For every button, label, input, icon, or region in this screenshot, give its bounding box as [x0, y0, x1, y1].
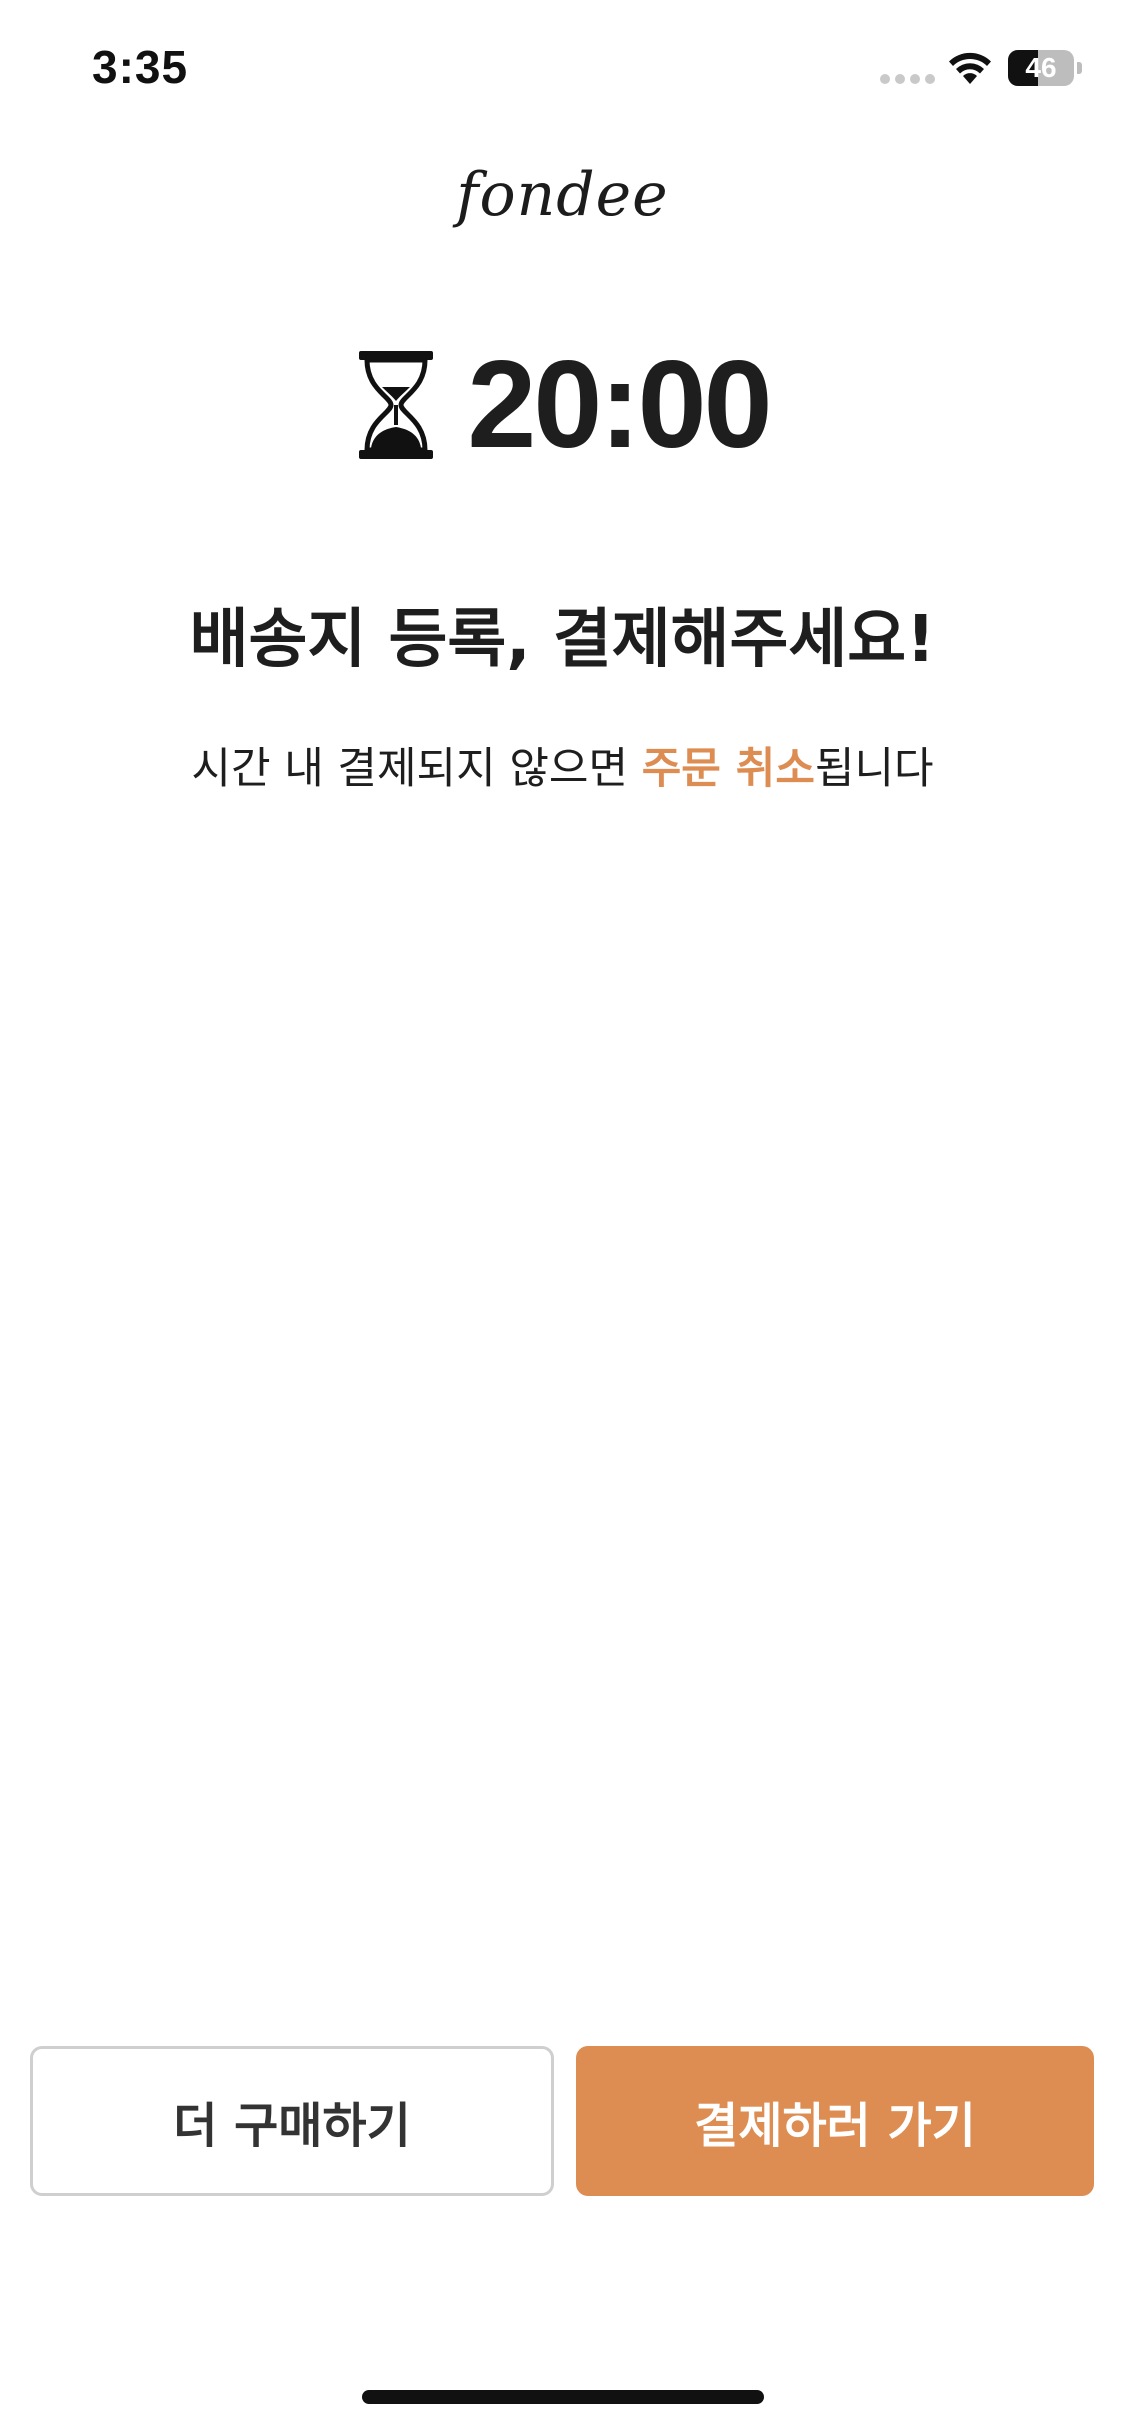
warning-text-suffix: 됩니다: [814, 744, 934, 794]
hourglass-icon: [359, 351, 434, 459]
order-cancel-highlight: 주문 취소: [641, 744, 815, 794]
battery-level: 46: [1025, 52, 1057, 83]
home-indicator[interactable]: [362, 2390, 764, 2404]
status-time: 3:35: [92, 41, 189, 93]
cellular-signal-icon: [880, 74, 936, 84]
battery-icon: 46: [1008, 50, 1082, 86]
countdown-timer: 20:00: [0, 330, 1125, 480]
warning-text-prefix: 시간 내 결제되지 않으면: [191, 744, 642, 794]
timer-value: 20:00: [467, 336, 772, 474]
warning-message: 시간 내 결제되지 않으면 주문 취소됩니다: [0, 734, 1125, 796]
go-to-payment-button[interactable]: 결제하러 가기: [576, 2046, 1094, 2196]
page-title: 배송지 등록, 결제해주세요!: [189, 603, 936, 677]
wifi-icon: [949, 52, 991, 84]
app-logo: fondee: [456, 160, 669, 230]
continue-shopping-button[interactable]: 더 구매하기: [30, 2046, 554, 2196]
status-bar: 3:35 46: [0, 0, 1125, 140]
